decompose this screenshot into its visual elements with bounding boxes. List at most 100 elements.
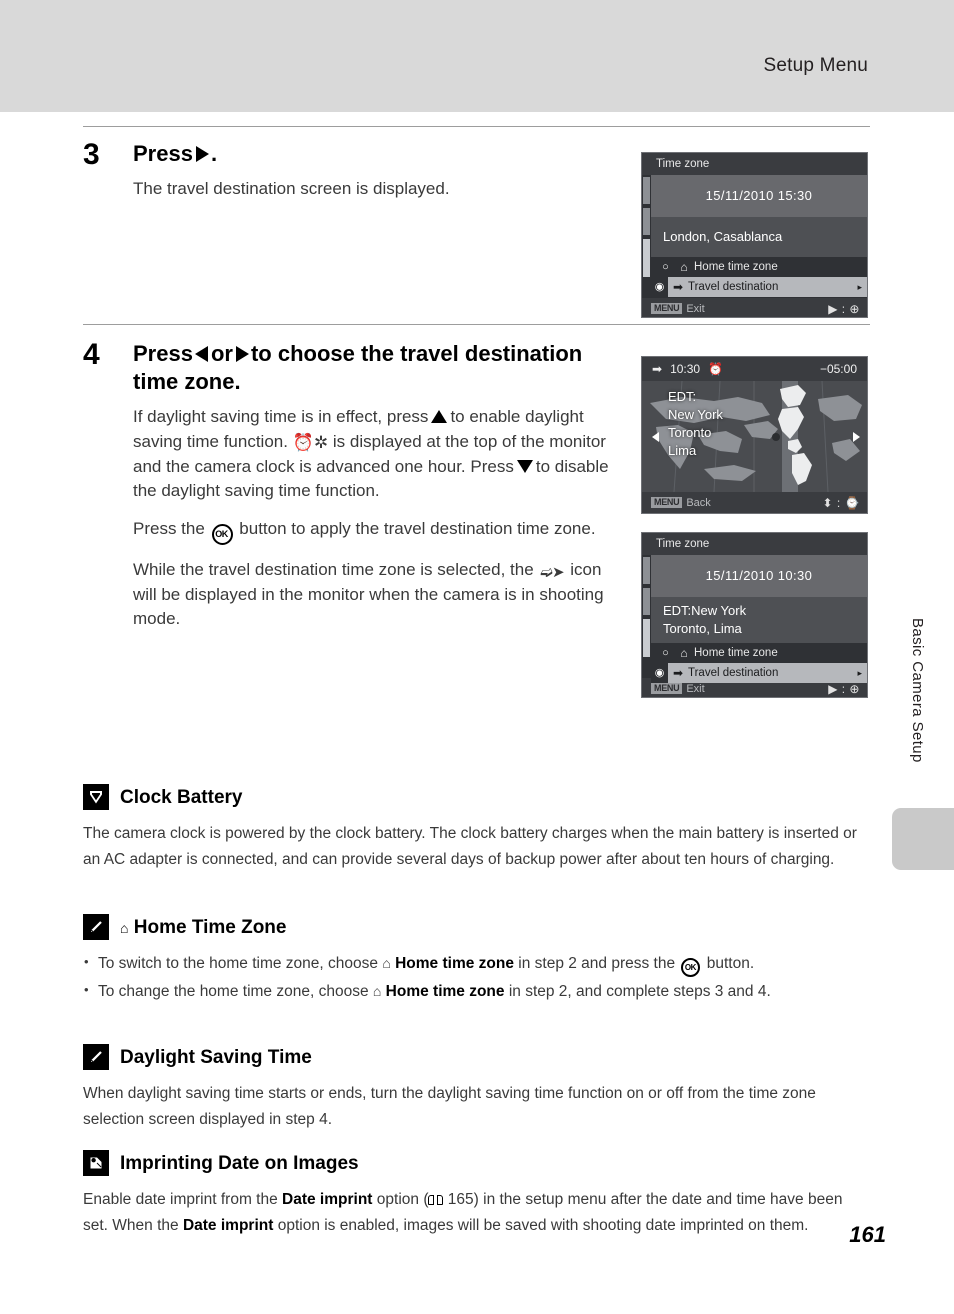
lcd1-city-display: London, Casablanca <box>651 217 867 257</box>
lcd3-option-travel-label: Travel destination <box>688 667 779 679</box>
imprint-body-f: option is enabled, images will be saved … <box>277 1217 809 1235</box>
step-4-heading: Press or to choose the travel destination … <box>133 340 623 396</box>
airplane-icon: ➡ <box>672 666 684 680</box>
bullet-2-b: Home time zone <box>385 983 505 1001</box>
lcd1-main: 15/11/2010 15:30 London, Casablanca ○ ⌂ … <box>642 175 867 298</box>
lcd2-time: 10:30 <box>670 362 701 376</box>
step-3-body: Press. The travel destination screen is … <box>133 140 623 202</box>
up-arrow-icon <box>431 410 448 424</box>
step-3-paragraph: The travel destination screen is display… <box>133 179 450 199</box>
home-icon: ⌂ <box>382 955 391 971</box>
right-arrow-icon <box>195 146 209 163</box>
bullet-1-c: in step 2 and press the <box>518 955 676 972</box>
lcd1-scrollbar[interactable] <box>642 175 651 298</box>
note-clock-battery-body: The camera clock is powered by the clock… <box>83 825 857 869</box>
step-4-heading-part-2: or <box>210 341 233 366</box>
ok-button-icon: OK <box>681 958 701 977</box>
lcd3-option-home-time-zone[interactable]: ○ ⌂ Home time zone <box>651 643 867 663</box>
step-4: 4 Press or to choose the travel destinatio… <box>83 340 623 632</box>
lcd1-option-home-time-zone[interactable]: ○ ⌂ Home time zone <box>651 257 867 277</box>
lcd1-title: Time zone <box>642 153 867 175</box>
step-3-heading-suffix: . <box>210 141 218 166</box>
lcd1-bottom-bar: MENU Exit ▶ : ⊕ <box>642 298 867 317</box>
lcd1-hint-icons: ▶ : ⊕ <box>828 301 860 316</box>
lcd2-label-4: Lima <box>668 442 697 458</box>
note-clock-battery-head: Clock Battery <box>83 784 870 810</box>
note-imprinting-date-title: Imprinting Date on Images <box>120 1152 359 1174</box>
lcd1-city-line-1: London, Casablanca <box>663 229 783 245</box>
list-item: To change the home time zone, choose ⌂ H… <box>83 979 870 1005</box>
lcd2-top-bar: ➡ 10:30 ⏰ −05:00 <box>642 357 867 381</box>
home-icon: ⌂ <box>372 983 382 1000</box>
lcd2-hint-icons: ⬍ : ⌚ <box>822 495 860 510</box>
step-4-number: 4 <box>83 338 100 371</box>
step-4-p1-a: If daylight saving time is in effect, pr… <box>133 407 429 427</box>
step-4-body: Press or to choose the travel destination … <box>133 340 623 632</box>
menu-button-badge[interactable]: MENU <box>651 497 683 508</box>
pencil-icon <box>83 1044 109 1070</box>
lcd3-city-line-2: Toronto, Lima <box>663 621 742 636</box>
chevron-right-icon: ▸ <box>857 667 862 678</box>
step-4-paragraph-2: Press the OK button to apply the travel … <box>133 517 623 545</box>
lcd2-label-2: New York <box>668 406 723 422</box>
lcd3-option-travel-destination[interactable]: ◉ ➡ Travel destination ▸ <box>651 663 867 683</box>
note-clock-battery: Clock Battery The camera clock is powere… <box>83 784 870 873</box>
right-arrow-icon[interactable] <box>853 432 860 442</box>
step-4-paragraph-3: While the travel destination time zone i… <box>133 558 623 632</box>
bullet-2-c: in step 2, and complete steps 3 and 4. <box>508 983 771 1001</box>
lcd3-city-display: EDT:New York Toronto, Lima <box>651 597 867 643</box>
step-4-p2-b: button to apply the travel destination t… <box>239 518 596 538</box>
note-daylight-saving-time-body: When daylight saving time starts or ends… <box>83 1085 816 1129</box>
bullet-1-b: Home time zone <box>395 955 514 972</box>
bullet-2-a: To change the home time zone, choose <box>98 983 369 1001</box>
radio-unselected-icon: ○ <box>662 261 669 273</box>
note-home-time-zone-head: ⌂ Home Time Zone <box>83 914 870 940</box>
note-home-time-zone: ⌂ Home Time Zone To switch to the home t… <box>83 914 870 1007</box>
radio-selected-icon: ◉ <box>651 663 668 683</box>
step-3-heading-prefix: Press <box>133 141 193 166</box>
note-home-time-zone-title: ⌂ Home Time Zone <box>120 918 286 937</box>
lcd3-title: Time zone <box>642 533 867 555</box>
airplane-icon: ➡ <box>652 362 663 376</box>
lcd1-option-travel-destination[interactable]: ◉ ➡ Travel destination ▸ <box>651 277 867 297</box>
lcd3-scrollbar[interactable] <box>642 555 651 678</box>
menu-button-badge[interactable]: MENU <box>651 683 683 694</box>
lcd1-date-display: 15/11/2010 15:30 <box>651 175 867 217</box>
step-3-heading: Press. <box>133 140 623 168</box>
step-4-paragraph-1: If daylight saving time is in effect, pr… <box>133 405 623 504</box>
lcd3-option-home-label: Home time zone <box>694 647 778 659</box>
lcd2-bottom-bar: MENU Back ⬍ : ⌚ <box>642 492 867 513</box>
lcd3-city-line-1: EDT:New York <box>663 603 747 619</box>
page-header-band: Setup Menu <box>0 0 954 112</box>
home-icon: ⌂ <box>680 260 688 274</box>
imprint-body-b: Date imprint <box>282 1191 373 1208</box>
lcd1-option-travel-label: Travel destination <box>688 281 779 293</box>
lcd1-option-home-label: Home time zone <box>694 261 778 273</box>
list-item: To switch to the home time zone, choose … <box>83 951 870 977</box>
note-imprinting-date-head: Imprinting Date on Images <box>83 1150 870 1176</box>
imprint-body-a: Enable date imprint from the <box>83 1191 278 1208</box>
left-arrow-icon[interactable] <box>652 432 659 442</box>
caution-icon <box>83 784 109 810</box>
home-icon: ⌂ <box>680 646 688 660</box>
travel-destination-icon: ➫➤ <box>540 563 564 581</box>
divider-rule-middle <box>83 324 870 325</box>
lcd3-hint-icons: ▶ : ⊕ <box>828 681 860 696</box>
ok-button-icon: OK <box>211 523 233 545</box>
note-daylight-saving-time: Daylight Saving Time When daylight savin… <box>83 1044 870 1133</box>
lcd2-map-area[interactable]: EDT: New York Toronto Lima <box>642 381 867 492</box>
home-icon: ⌂ <box>120 919 129 936</box>
lcd2-label-1: EDT: <box>668 389 697 404</box>
step-4-p3-a: While the travel destination time zone i… <box>133 559 534 579</box>
step-3: 3 Press. The travel destination screen i… <box>83 140 623 202</box>
pencil-icon <box>83 914 109 940</box>
lcd2-back-label: Back <box>686 496 711 509</box>
side-tab-chapter-label: Basic Camera Setup <box>909 618 926 763</box>
note-home-time-zone-list: To switch to the home time zone, choose … <box>83 951 870 1005</box>
lcd3-exit-label: Exit <box>686 682 705 695</box>
imprint-body-c: option ( <box>376 1191 429 1208</box>
camera-screen-time-zone-london: Time zone 15/11/2010 15:30 London, Casab… <box>641 152 868 318</box>
page-title: Setup Menu <box>763 55 868 76</box>
menu-button-badge[interactable]: MENU <box>651 303 683 314</box>
note-imprinting-date-on-images: Imprinting Date on Images Enable date im… <box>83 1150 870 1239</box>
